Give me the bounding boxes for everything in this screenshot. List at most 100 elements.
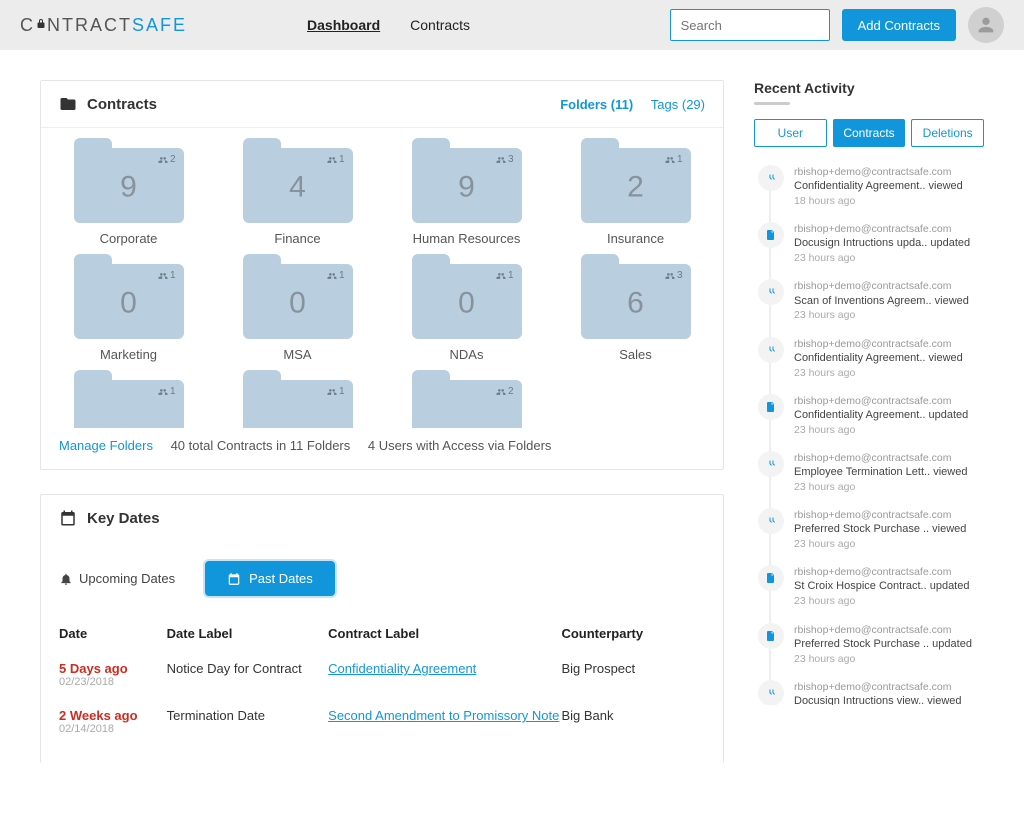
folder-item[interactable]: 1 0 NDAs (397, 264, 536, 362)
logo: CNTRACTSAFE (20, 15, 187, 36)
date-row: 5 Days ago02/23/2018 Notice Day for Cont… (59, 651, 705, 698)
date-when: 5 Days ago (59, 661, 167, 676)
activity-tab-contracts[interactable]: Contracts (833, 119, 906, 147)
folder-label: Sales (566, 347, 705, 362)
counterparty: Big Bank (561, 708, 705, 723)
activity-desc: Scan of Inventions Agreem.. viewed (794, 294, 969, 309)
activity-time: 23 hours ago (794, 308, 969, 322)
main-nav: Dashboard Contracts (307, 17, 470, 33)
key-dates-panel: Key Dates Upcoming Dates Past Dates Date… (40, 494, 724, 763)
folder-user-count: 3 (665, 270, 683, 281)
activity-item[interactable]: rbishop+demo@contractsafe.com Preferred … (758, 623, 984, 666)
tags-link[interactable]: Tags (29) (651, 97, 705, 112)
activity-item[interactable]: rbishop+demo@contractsafe.com St Croix H… (758, 565, 984, 608)
folder-item[interactable]: 1 0 MSA (228, 264, 367, 362)
activity-time: 23 hours ago (794, 652, 972, 666)
activity-tab-deletions[interactable]: Deletions (911, 119, 984, 147)
add-contracts-button[interactable]: Add Contracts (842, 9, 956, 41)
activity-time: 23 hours ago (794, 251, 970, 265)
binoculars-icon (758, 680, 784, 705)
folder-item[interactable]: 2 9 Corporate (59, 148, 198, 246)
activity-desc: Confidentiality Agreement.. viewed (794, 351, 963, 366)
total-contracts-text: 40 total Contracts in 11 Folders (171, 438, 351, 453)
folder-item[interactable]: 3 9 Human Resources (397, 148, 536, 246)
manage-folders-link[interactable]: Manage Folders (59, 438, 153, 453)
activity-item[interactable]: rbishop+demo@contractsafe.com Confidenti… (758, 394, 984, 437)
activity-item[interactable]: rbishop+demo@contractsafe.com Scan of In… (758, 279, 984, 322)
activity-desc: Docusign Intructions view.. viewed (794, 694, 962, 705)
activity-email: rbishop+demo@contractsafe.com (794, 222, 970, 236)
binoculars-icon (758, 451, 784, 477)
folder-user-count: 3 (496, 154, 514, 165)
contract-link[interactable]: Confidentiality Agreement (328, 661, 476, 676)
folder-item[interactable]: 3 6 Sales (566, 264, 705, 362)
folder-label: Insurance (566, 231, 705, 246)
activity-item[interactable]: rbishop+demo@contractsafe.com Confidenti… (758, 165, 984, 208)
tab-past-dates[interactable]: Past Dates (205, 561, 335, 596)
activity-item[interactable]: rbishop+demo@contractsafe.com Docusign I… (758, 680, 984, 705)
folder-count: 0 (289, 286, 306, 320)
activity-email: rbishop+demo@contractsafe.com (794, 165, 963, 179)
document-icon (758, 394, 784, 420)
activity-tab-user[interactable]: User (754, 119, 827, 147)
folder-label: MSA (228, 347, 367, 362)
binoculars-icon (758, 337, 784, 363)
activity-time: 23 hours ago (794, 366, 963, 380)
activity-item[interactable]: rbishop+demo@contractsafe.com Confidenti… (758, 337, 984, 380)
folder-label: Finance (228, 231, 367, 246)
folder-item[interactable]: 1 4 Finance (228, 148, 367, 246)
activity-email: rbishop+demo@contractsafe.com (794, 508, 966, 522)
folder-user-count: 1 (327, 386, 345, 397)
folder-item[interactable]: 1 (228, 380, 367, 428)
activity-email: rbishop+demo@contractsafe.com (794, 394, 968, 408)
nav-dashboard[interactable]: Dashboard (307, 17, 380, 33)
folder-user-count: 2 (496, 386, 514, 397)
activity-email: rbishop+demo@contractsafe.com (794, 451, 967, 465)
activity-time: 23 hours ago (794, 594, 969, 608)
folder-count: 6 (627, 286, 644, 320)
folder-item[interactable]: 1 (59, 380, 198, 428)
folder-user-count: 1 (665, 154, 683, 165)
folders-link[interactable]: Folders (11) (560, 97, 633, 112)
folder-item[interactable]: 1 0 Marketing (59, 264, 198, 362)
activity-email: rbishop+demo@contractsafe.com (794, 680, 962, 694)
user-icon (975, 14, 997, 36)
folder-count: 4 (289, 170, 306, 204)
folder-label: NDAs (397, 347, 536, 362)
date-sub: 02/23/2018 (59, 676, 167, 688)
activity-time: 23 hours ago (794, 480, 967, 494)
col-counterparty: Counterparty (561, 626, 705, 641)
binoculars-icon (758, 508, 784, 534)
document-icon (758, 222, 784, 248)
avatar[interactable] (968, 7, 1004, 43)
date-label: Termination Date (167, 708, 329, 723)
activity-desc: Preferred Stock Purchase .. viewed (794, 522, 966, 537)
activity-item[interactable]: rbishop+demo@contractsafe.com Docusign I… (758, 222, 984, 265)
date-label: Notice Day for Contract (167, 661, 329, 676)
folder-count: 2 (627, 170, 644, 204)
folder-label: Human Resources (397, 231, 536, 246)
folder-item[interactable]: 2 (397, 380, 536, 428)
contract-link[interactable]: Second Amendment to Promissory Note (328, 708, 559, 723)
folder-item[interactable]: 1 2 Insurance (566, 148, 705, 246)
activity-item[interactable]: rbishop+demo@contractsafe.com Employee T… (758, 451, 984, 494)
nav-contracts[interactable]: Contracts (410, 17, 470, 33)
folder-count: 9 (458, 170, 475, 204)
search-input[interactable] (670, 9, 830, 41)
folder-user-count: 1 (327, 154, 345, 165)
folder-user-count: 1 (158, 386, 176, 397)
tab-upcoming-dates[interactable]: Upcoming Dates (59, 571, 175, 586)
col-date: Date (59, 626, 167, 641)
folder-count: 9 (120, 170, 137, 204)
activity-desc: Confidentiality Agreement.. updated (794, 408, 968, 423)
bell-icon (59, 572, 73, 586)
document-icon (758, 565, 784, 591)
date-sub: 02/14/2018 (59, 723, 167, 735)
activity-desc: Employee Termination Lett.. viewed (794, 465, 967, 480)
folder-count: 0 (120, 286, 137, 320)
folder-icon (59, 95, 77, 113)
activity-item[interactable]: rbishop+demo@contractsafe.com Preferred … (758, 508, 984, 551)
lock-icon (35, 17, 47, 31)
date-when: 2 Weeks ago (59, 708, 167, 723)
activity-desc: Preferred Stock Purchase .. updated (794, 637, 972, 652)
